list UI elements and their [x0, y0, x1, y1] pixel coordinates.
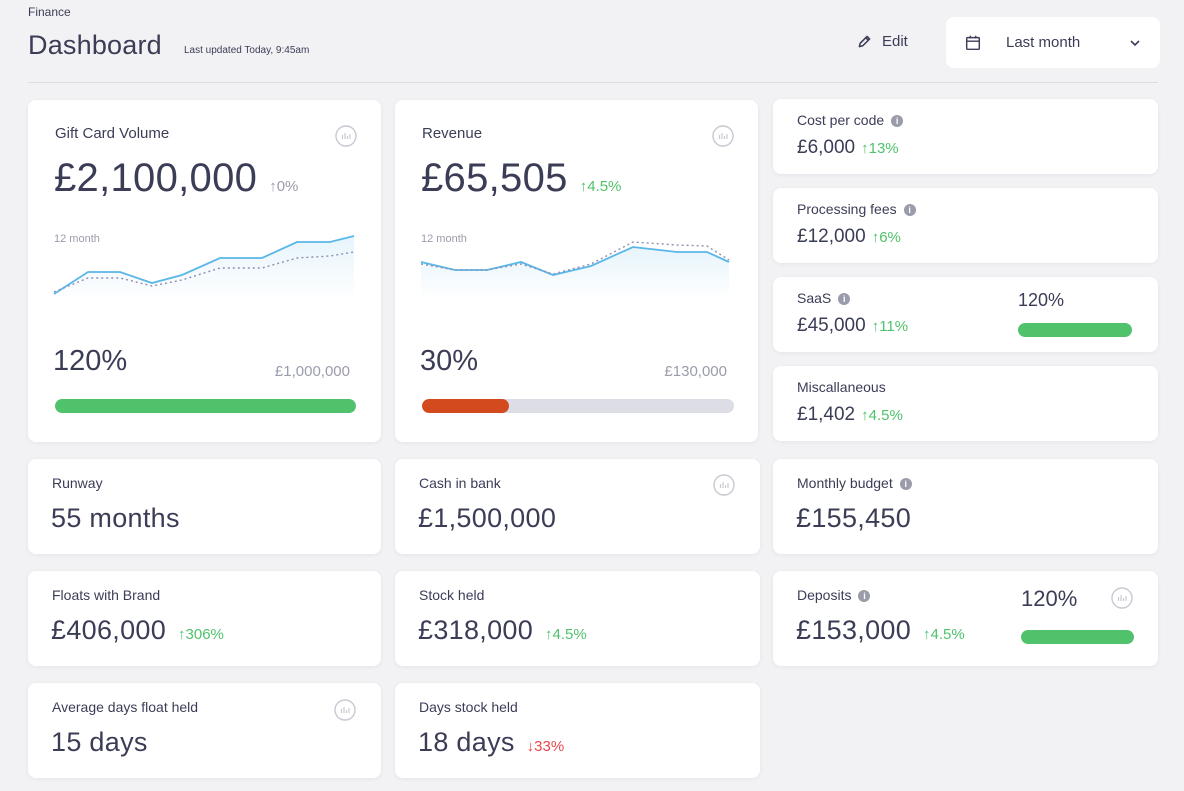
sparkline-chart	[420, 241, 730, 300]
info-icon[interactable]: i	[899, 478, 912, 490]
progress-percent: 30%	[420, 345, 479, 377]
progress-bar	[55, 399, 356, 413]
progress-fill	[55, 399, 356, 413]
card-value: £153,000	[796, 615, 912, 645]
cost-per-code-card[interactable]: Cost per code i £6,000 ↑13%	[773, 99, 1158, 174]
sparkline-chart	[53, 235, 355, 300]
card-value: £2,100,000	[54, 156, 258, 200]
card-label: Days stock held	[419, 699, 518, 715]
target-value: £1,000,000	[274, 363, 350, 380]
bar-chart-icon[interactable]	[712, 125, 734, 147]
monthly-budget-card[interactable]: Monthly budget i £155,450	[773, 459, 1158, 554]
card-value: 55 months	[51, 503, 180, 533]
delta-badge: ↑4.5%	[923, 626, 965, 643]
card-label: Average days float held	[52, 699, 199, 715]
breadcrumb: Finance	[28, 5, 71, 19]
date-range-select[interactable]: Last month	[946, 17, 1160, 68]
date-range-value: Last month	[1006, 34, 1081, 51]
saas-card[interactable]: SaaS i £45,000 ↑11% 120%	[773, 277, 1158, 352]
card-value: 15 days	[51, 727, 148, 757]
card-value: £1,402	[797, 404, 856, 425]
info-icon[interactable]: i	[838, 293, 851, 305]
arrow-up-icon: ↑	[923, 626, 931, 643]
card-label: Gift Card Volume	[55, 125, 170, 142]
bar-chart-icon[interactable]	[335, 125, 357, 147]
card-label: Miscallaneous	[797, 379, 886, 395]
days-stock-held-card[interactable]: Days stock held 18 days ↓33%	[395, 683, 760, 778]
progress-percent: 120%	[1021, 586, 1078, 611]
card-value: £6,000	[797, 137, 856, 158]
delta-badge: ↑11%	[871, 318, 909, 335]
delta-badge: ↑4.5%	[545, 626, 587, 643]
card-label: Stock held	[419, 587, 485, 603]
card-label: Revenue	[422, 125, 483, 142]
delta-badge: ↑6%	[871, 229, 901, 246]
chevron-down-icon	[1130, 39, 1140, 46]
target-value: £130,000	[664, 363, 727, 380]
stock-held-card[interactable]: Stock held £318,000 ↑4.5%	[395, 571, 760, 666]
edit-button[interactable]: Edit	[856, 33, 908, 50]
arrow-up-icon: ↑	[269, 178, 277, 195]
card-label: SaaS	[797, 290, 832, 306]
card-value: £1,500,000	[418, 503, 557, 533]
delta-badge: ↑306%	[178, 626, 224, 643]
card-value: £45,000	[797, 315, 866, 336]
card-value: 18 days	[418, 727, 515, 757]
info-icon[interactable]: i	[891, 115, 904, 127]
bar-chart-icon[interactable]	[713, 474, 735, 496]
calendar-icon	[965, 35, 981, 50]
card-label: Cash in bank	[419, 475, 501, 491]
arrow-up-icon: ↑	[861, 140, 869, 157]
card-value: £155,450	[796, 503, 912, 533]
miscellaneous-card[interactable]: Miscallaneous £1,402 ↑4.5%	[773, 366, 1158, 441]
progress-bar	[1018, 323, 1132, 337]
delta-badge: ↑0%	[269, 178, 299, 195]
card-label: Deposits	[797, 587, 852, 603]
card-label: Runway	[52, 475, 103, 491]
delta-badge: ↓33%	[526, 738, 565, 755]
runway-card[interactable]: Runway 55 months	[28, 459, 381, 554]
pencil-icon	[858, 35, 871, 48]
info-icon[interactable]: i	[903, 204, 916, 216]
card-label: Floats with Brand	[52, 587, 161, 603]
delta-badge: ↑4.5%	[861, 407, 903, 424]
processing-fees-card[interactable]: Processing fees i £12,000 ↑6%	[773, 188, 1158, 263]
card-value: £318,000	[418, 615, 534, 645]
edit-button-label: Edit	[882, 33, 908, 50]
card-label: Cost per code	[797, 112, 885, 128]
cash-in-bank-card[interactable]: Cash in bank £1,500,000	[395, 459, 760, 554]
gift-card-volume-card[interactable]: Gift Card Volume £2,100,000 ↑0% 12 month …	[28, 100, 381, 442]
average-days-float-card[interactable]: Average days float held 15 days	[28, 683, 381, 778]
arrow-up-icon: ↑	[545, 626, 553, 643]
progress-percent: 120%	[53, 345, 128, 377]
card-label: Processing fees	[797, 201, 897, 217]
bar-chart-icon[interactable]	[1111, 587, 1133, 609]
card-value: £12,000	[797, 226, 866, 247]
deposits-card[interactable]: Deposits i £153,000 ↑4.5% 120%	[773, 571, 1158, 666]
progress-bar	[1021, 630, 1134, 644]
progress-percent: 120%	[1018, 290, 1065, 310]
floats-with-brand-card[interactable]: Floats with Brand £406,000 ↑306%	[28, 571, 381, 666]
last-updated-text: Last updated Today, 9:45am	[184, 45, 310, 56]
card-value: £65,505	[421, 156, 568, 200]
card-label: Monthly budget	[797, 475, 893, 491]
card-value: £406,000	[51, 615, 167, 645]
header-divider	[28, 82, 1158, 83]
arrow-up-icon: ↑	[178, 626, 186, 643]
arrow-up-icon: ↑	[861, 407, 869, 424]
progress-fill	[1021, 630, 1134, 644]
delta-badge: ↑4.5%	[579, 178, 622, 195]
page-title: Dashboard	[28, 30, 162, 60]
revenue-card[interactable]: Revenue £65,505 ↑4.5% 12 month 30% £130,0…	[395, 100, 758, 442]
progress-fill	[1018, 323, 1132, 337]
delta-badge: ↑13%	[861, 140, 899, 157]
info-icon[interactable]: i	[858, 590, 871, 602]
progress-fill	[422, 399, 510, 413]
bar-chart-icon[interactable]	[334, 699, 356, 721]
progress-bar	[422, 399, 734, 413]
